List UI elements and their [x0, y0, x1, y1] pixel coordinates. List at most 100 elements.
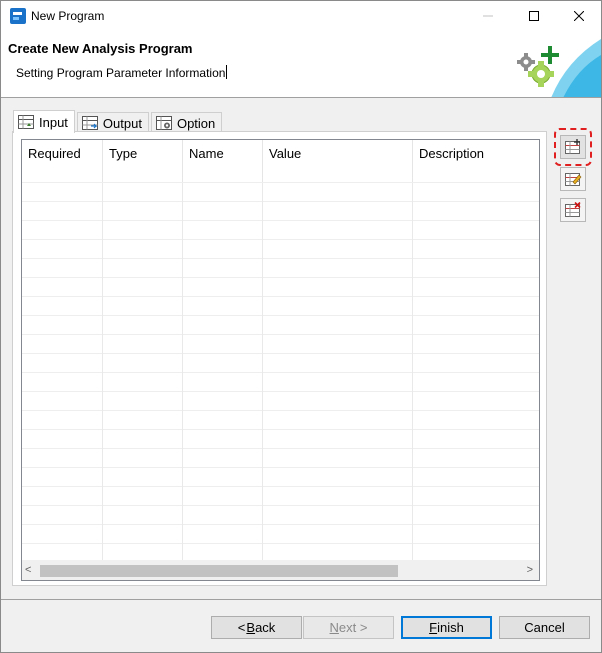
table-cell[interactable] — [413, 297, 539, 316]
table-cell[interactable] — [183, 354, 263, 373]
column-header-name[interactable]: Name — [183, 140, 263, 182]
tab-input[interactable]: Input — [13, 110, 75, 133]
next-button[interactable]: Next > — [303, 616, 394, 639]
table-cell[interactable] — [22, 278, 103, 297]
table-row[interactable] — [22, 258, 539, 278]
table-cell[interactable] — [413, 487, 539, 506]
back-button[interactable]: < Back — [211, 616, 302, 639]
table-cell[interactable] — [22, 202, 103, 221]
table-cell[interactable] — [263, 354, 413, 373]
scroll-right-icon[interactable]: > — [527, 564, 533, 576]
table-row[interactable] — [22, 182, 539, 202]
table-cell[interactable] — [103, 202, 183, 221]
table-cell[interactable] — [183, 411, 263, 430]
table-cell[interactable] — [103, 221, 183, 240]
table-cell[interactable] — [103, 259, 183, 278]
table-cell[interactable] — [22, 240, 103, 259]
table-cell[interactable] — [22, 373, 103, 392]
maximize-button[interactable] — [511, 1, 557, 31]
table-cell[interactable] — [263, 297, 413, 316]
table-cell[interactable] — [103, 506, 183, 525]
scrollbar-thumb[interactable] — [40, 565, 398, 577]
table-cell[interactable] — [103, 468, 183, 487]
table-cell[interactable] — [103, 449, 183, 468]
table-cell[interactable] — [22, 183, 103, 202]
table-cell[interactable] — [413, 354, 539, 373]
table-cell[interactable] — [103, 183, 183, 202]
table-row[interactable] — [22, 277, 539, 297]
table-cell[interactable] — [263, 525, 413, 544]
scroll-left-icon[interactable]: < — [25, 564, 31, 576]
parameter-table[interactable]: Required Type Name Value Description < > — [21, 139, 540, 581]
table-cell[interactable] — [183, 278, 263, 297]
finish-button[interactable]: Finish — [401, 616, 492, 639]
column-header-required[interactable]: Required — [22, 140, 103, 182]
table-cell[interactable] — [263, 449, 413, 468]
table-row[interactable] — [22, 429, 539, 449]
table-cell[interactable] — [263, 373, 413, 392]
table-cell[interactable] — [103, 487, 183, 506]
table-cell[interactable] — [22, 449, 103, 468]
table-cell[interactable] — [413, 221, 539, 240]
table-cell[interactable] — [22, 354, 103, 373]
table-cell[interactable] — [263, 468, 413, 487]
edit-parameter-button[interactable] — [560, 167, 586, 191]
table-cell[interactable] — [263, 240, 413, 259]
table-cell[interactable] — [183, 316, 263, 335]
table-row[interactable] — [22, 334, 539, 354]
table-cell[interactable] — [22, 506, 103, 525]
table-cell[interactable] — [413, 335, 539, 354]
table-cell[interactable] — [413, 240, 539, 259]
table-cell[interactable] — [183, 392, 263, 411]
table-cell[interactable] — [183, 202, 263, 221]
table-row[interactable] — [22, 486, 539, 506]
column-header-type[interactable]: Type — [103, 140, 183, 182]
table-cell[interactable] — [263, 506, 413, 525]
column-header-description[interactable]: Description — [413, 140, 539, 182]
table-cell[interactable] — [263, 183, 413, 202]
table-cell[interactable] — [103, 430, 183, 449]
table-row[interactable] — [22, 372, 539, 392]
column-header-value[interactable]: Value — [263, 140, 413, 182]
table-cell[interactable] — [22, 430, 103, 449]
table-cell[interactable] — [183, 297, 263, 316]
table-cell[interactable] — [183, 449, 263, 468]
delete-parameter-button[interactable] — [560, 198, 586, 222]
table-cell[interactable] — [183, 468, 263, 487]
table-cell[interactable] — [263, 392, 413, 411]
table-cell[interactable] — [263, 487, 413, 506]
horizontal-scrollbar[interactable]: < > — [22, 560, 539, 580]
cancel-button[interactable]: Cancel — [499, 616, 590, 639]
table-cell[interactable] — [263, 202, 413, 221]
table-cell[interactable] — [413, 373, 539, 392]
table-cell[interactable] — [22, 297, 103, 316]
table-row[interactable] — [22, 239, 539, 259]
table-cell[interactable] — [413, 506, 539, 525]
table-cell[interactable] — [103, 240, 183, 259]
table-cell[interactable] — [413, 468, 539, 487]
table-row[interactable] — [22, 315, 539, 335]
table-cell[interactable] — [22, 221, 103, 240]
table-row[interactable] — [22, 391, 539, 411]
table-cell[interactable] — [413, 411, 539, 430]
table-row[interactable] — [22, 448, 539, 468]
table-cell[interactable] — [183, 240, 263, 259]
title-bar[interactable]: New Program — [1, 1, 601, 31]
table-row[interactable] — [22, 467, 539, 487]
table-cell[interactable] — [22, 316, 103, 335]
table-cell[interactable] — [103, 354, 183, 373]
table-cell[interactable] — [263, 411, 413, 430]
table-row[interactable] — [22, 505, 539, 525]
table-cell[interactable] — [22, 487, 103, 506]
table-cell[interactable] — [103, 335, 183, 354]
table-row[interactable] — [22, 353, 539, 373]
table-cell[interactable] — [413, 525, 539, 544]
tab-output[interactable]: Output — [76, 112, 149, 133]
table-cell[interactable] — [22, 411, 103, 430]
table-cell[interactable] — [22, 259, 103, 278]
table-cell[interactable] — [22, 335, 103, 354]
table-cell[interactable] — [103, 392, 183, 411]
table-cell[interactable] — [103, 373, 183, 392]
table-cell[interactable] — [413, 183, 539, 202]
table-cell[interactable] — [263, 316, 413, 335]
